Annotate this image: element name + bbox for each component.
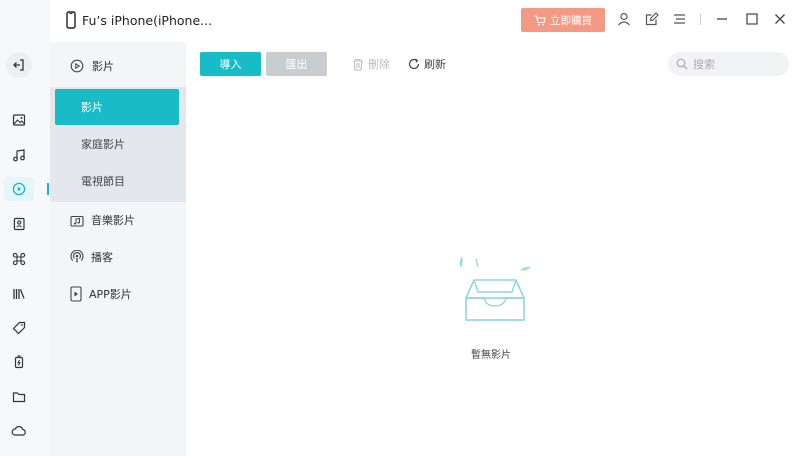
rail-contacts[interactable] <box>4 212 34 236</box>
back-button[interactable] <box>4 52 34 78</box>
refresh-button[interactable]: 刷新 <box>408 56 446 72</box>
apps-icon <box>12 252 26 266</box>
main-content: 導入 匯出 刪除 刷新 暫無影片 <box>186 42 800 456</box>
rail-video[interactable] <box>4 177 34 201</box>
menu-icon <box>673 14 685 24</box>
category-header-video[interactable]: 影片 <box>70 58 114 74</box>
category-label: 播客 <box>91 251 113 264</box>
music-icon <box>13 149 25 162</box>
edit-icon <box>645 12 659 26</box>
phone-icon <box>66 11 76 29</box>
subcategory-tv-shows[interactable]: 電視節目 <box>55 163 179 199</box>
subcategory-home-videos[interactable]: 家庭影片 <box>55 126 179 162</box>
search-icon <box>676 58 688 70</box>
video-icon <box>70 59 84 73</box>
category-label: 音樂影片 <box>91 214 135 227</box>
close-icon <box>775 14 785 24</box>
menu-button[interactable] <box>671 11 687 27</box>
export-button[interactable]: 匯出 <box>266 52 327 76</box>
left-rail <box>0 0 50 456</box>
category-panel: 影片 影片 家庭影片 電視節目 音樂影片 播客 APP影片 <box>50 42 186 456</box>
books-icon <box>13 289 25 299</box>
category-podcasts[interactable]: 播客 <box>70 249 113 265</box>
delete-label: 刪除 <box>368 58 390 71</box>
search-box[interactable] <box>668 52 789 76</box>
cart-icon <box>534 14 546 25</box>
trash-icon <box>353 58 363 71</box>
user-icon <box>618 12 630 26</box>
video-icon <box>12 182 26 196</box>
rail-battery[interactable] <box>4 350 34 374</box>
back-icon <box>6 52 32 78</box>
cloud-icon <box>11 426 26 436</box>
battery-icon <box>14 355 24 369</box>
delete-button[interactable]: 刪除 <box>352 56 390 72</box>
minimize-icon <box>717 18 727 20</box>
maximize-icon <box>746 13 758 25</box>
search-input[interactable] <box>693 57 783 71</box>
rail-photos[interactable] <box>4 108 34 132</box>
category-app-videos[interactable]: APP影片 <box>70 286 132 302</box>
subcategory-label: 電視節目 <box>81 175 125 188</box>
photos-icon <box>12 114 26 126</box>
maximize-button[interactable] <box>744 11 760 27</box>
close-button[interactable] <box>772 11 788 27</box>
active-rail-marker <box>47 183 49 195</box>
rail-apps[interactable] <box>4 247 34 271</box>
category-music-videos[interactable]: 音樂影片 <box>70 212 135 228</box>
video-subcategory-group: 影片 家庭影片 電視節目 <box>50 87 186 202</box>
rail-music[interactable] <box>4 143 34 167</box>
app-window: Fu’s iPhone(iPhone... 立即購買 影片 影片 家庭影片 電視… <box>0 0 800 456</box>
rail-tags[interactable] <box>4 316 34 340</box>
empty-box-illustration <box>459 256 531 321</box>
title-bar: Fu’s iPhone(iPhone... 立即購買 <box>50 0 800 42</box>
music-video-icon <box>70 215 84 227</box>
podcast-icon <box>70 250 84 263</box>
device-selector[interactable]: Fu’s iPhone(iPhone... <box>66 9 212 31</box>
app-video-icon <box>70 286 82 302</box>
refresh-icon <box>408 58 420 70</box>
files-icon <box>12 392 26 403</box>
device-name: Fu’s iPhone(iPhone... <box>82 12 213 28</box>
subcategory-label: 影片 <box>81 101 103 114</box>
subcategory-label: 家庭影片 <box>81 138 125 151</box>
titlebar-separator <box>700 13 701 25</box>
buy-now-label: 立即購買 <box>550 14 592 27</box>
feedback-button[interactable] <box>644 11 660 27</box>
empty-state-message: 暫無影片 <box>186 346 800 361</box>
contacts-icon <box>13 217 25 231</box>
rail-cloud[interactable] <box>4 419 34 443</box>
buy-now-button[interactable]: 立即購買 <box>521 8 605 32</box>
refresh-label: 刷新 <box>424 58 446 71</box>
minimize-button[interactable] <box>714 11 730 27</box>
tags-icon <box>12 321 26 335</box>
category-label: APP影片 <box>89 288 132 301</box>
account-button[interactable] <box>616 11 632 27</box>
empty-state-label: 暫無影片 <box>471 350 511 361</box>
rail-books[interactable] <box>4 282 34 306</box>
subcategory-movies[interactable]: 影片 <box>55 89 179 125</box>
import-button[interactable]: 導入 <box>200 52 261 76</box>
category-header-label: 影片 <box>92 60 114 73</box>
rail-files[interactable] <box>4 385 34 409</box>
